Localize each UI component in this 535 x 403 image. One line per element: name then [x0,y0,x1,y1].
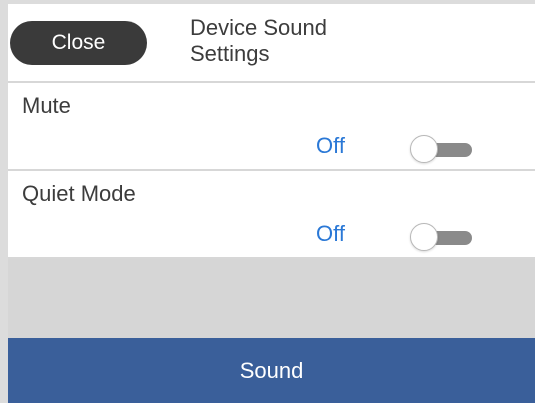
quiet-mode-toggle[interactable] [410,223,474,253]
header: Close Device Sound Settings [8,4,535,83]
device-sound-settings-screen: Close Device Sound Settings Mute Off Qui… [8,4,535,403]
mute-setting-row[interactable]: Mute Off [8,83,535,171]
sound-tab-bar[interactable]: Sound [8,338,535,403]
page-title: Device Sound Settings [190,15,430,67]
mute-toggle[interactable] [410,135,474,165]
mute-label: Mute [22,93,71,118]
toggle-knob [410,135,438,163]
quiet-mode-setting-row[interactable]: Quiet Mode Off [8,171,535,259]
quiet-mode-value: Off [316,221,345,246]
toggle-knob [410,223,438,251]
empty-list-area [8,259,535,338]
close-button[interactable]: Close [10,21,147,65]
page-title-line-2: Settings [190,41,270,66]
mute-value: Off [316,133,345,158]
quiet-mode-label: Quiet Mode [22,181,136,206]
page-title-line-1: Device Sound [190,15,327,40]
